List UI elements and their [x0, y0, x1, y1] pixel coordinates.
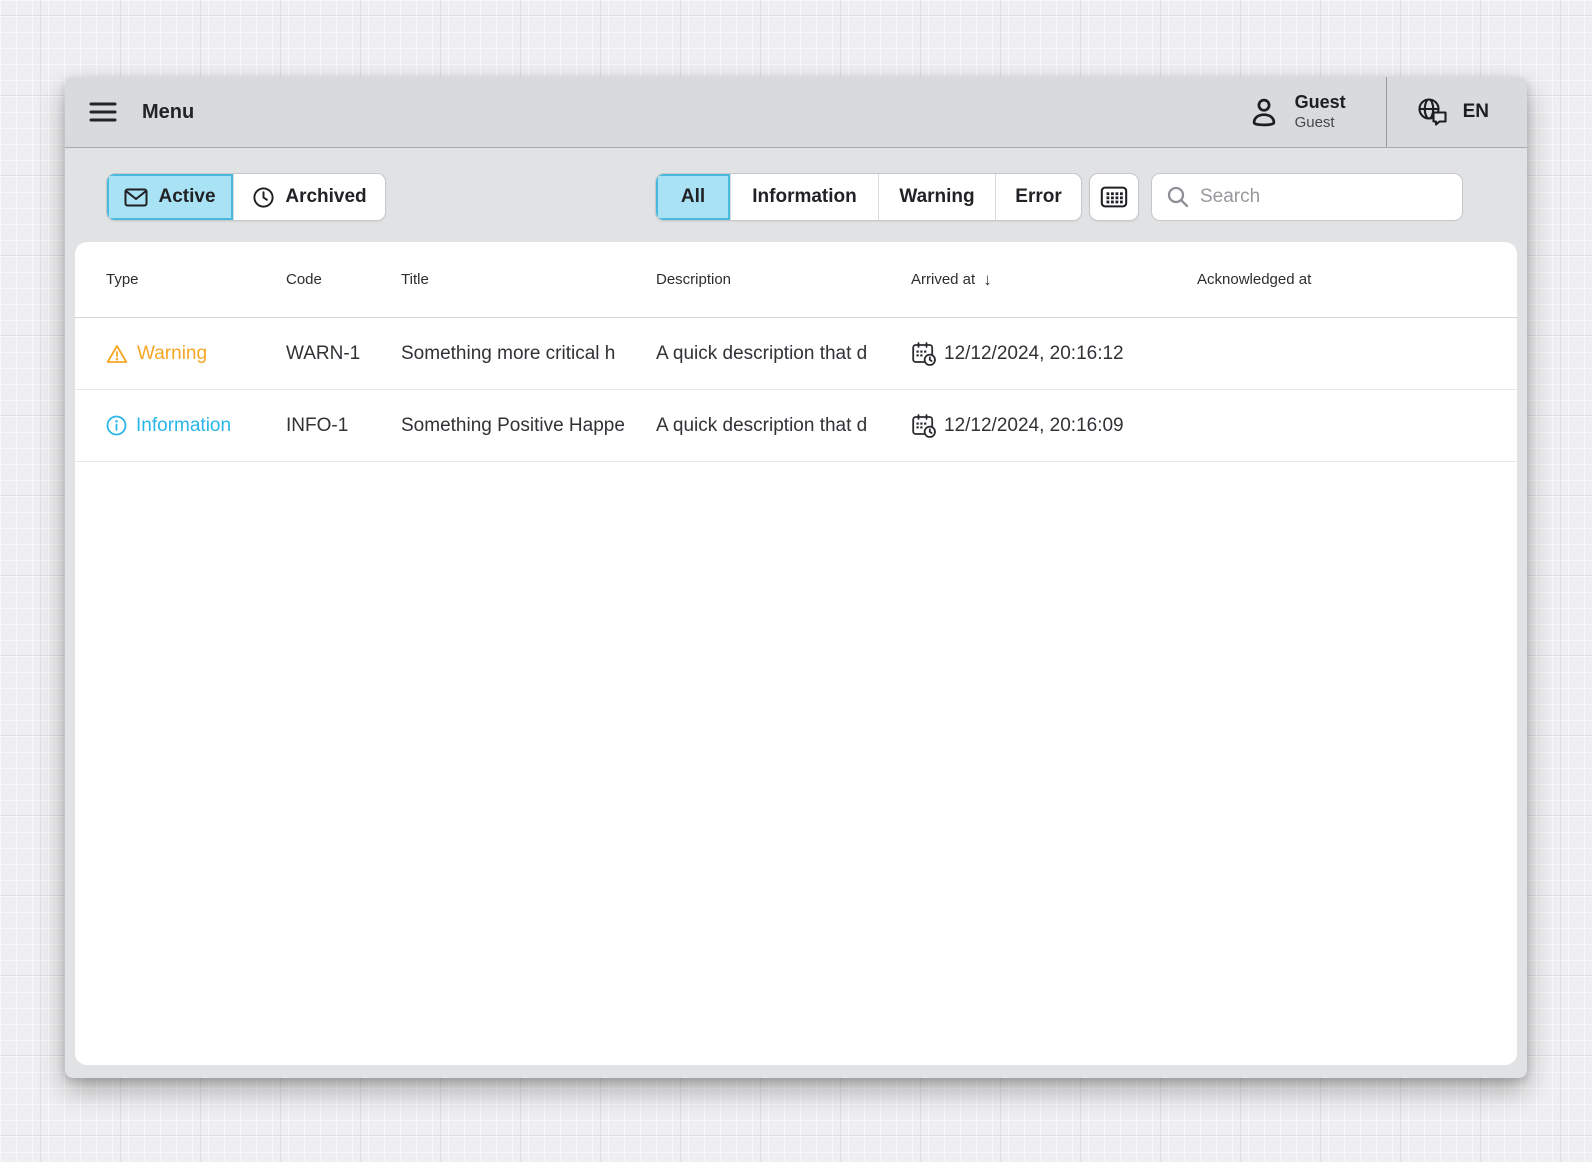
active-tab[interactable]: Active: [107, 174, 233, 220]
info-circle-icon: [106, 415, 127, 436]
filter-error-label: Error: [1015, 186, 1061, 208]
type-cell: Information: [106, 415, 266, 437]
arrived-at-cell: 12/12/2024, 20:16:12: [911, 341, 1177, 367]
column-header-type[interactable]: Type: [106, 271, 266, 288]
envelope-icon: [124, 188, 148, 207]
view-toggle-group: Active Archived: [106, 173, 386, 221]
user-icon: [1247, 95, 1281, 129]
column-header-arrived-at[interactable]: Arrived at ↓: [911, 270, 1177, 290]
app-header: Menu Guest Guest: [65, 77, 1527, 148]
description-cell: A quick description that d: [656, 343, 891, 365]
calendar-clock-icon: [911, 413, 937, 439]
language-label: EN: [1463, 101, 1489, 123]
alerts-table: Type Code Title Description Arrived at ↓…: [75, 242, 1517, 1065]
type-cell: Warning: [106, 343, 266, 365]
active-tab-label: Active: [158, 186, 215, 208]
table-header-row: Type Code Title Description Arrived at ↓…: [75, 242, 1517, 318]
column-header-acknowledged-at[interactable]: Acknowledged at: [1197, 271, 1486, 288]
column-header-description[interactable]: Description: [656, 271, 891, 288]
column-header-title[interactable]: Title: [401, 271, 636, 288]
language-selector[interactable]: EN: [1386, 77, 1527, 147]
warning-triangle-icon: [106, 344, 128, 364]
column-header-code[interactable]: Code: [286, 271, 381, 288]
search-input[interactable]: [1200, 186, 1448, 208]
menu-label: Menu: [142, 101, 194, 124]
description-cell: A quick description that d: [656, 415, 891, 437]
search-icon: [1166, 185, 1190, 209]
type-label: Information: [136, 415, 231, 437]
sort-descending-icon[interactable]: ↓: [983, 270, 992, 290]
code-cell: WARN-1: [286, 343, 381, 365]
keypad-icon: [1099, 184, 1129, 210]
user-menu[interactable]: Guest Guest: [1247, 77, 1386, 147]
title-cell: Something more critical h: [401, 343, 636, 365]
globe-language-icon: [1415, 96, 1451, 128]
hamburger-menu-icon[interactable]: [88, 100, 118, 124]
search-box: [1151, 173, 1463, 221]
keypad-button[interactable]: [1089, 173, 1139, 221]
user-role: Guest: [1295, 114, 1346, 133]
filter-warning[interactable]: Warning: [878, 174, 995, 220]
arrived-at-cell: 12/12/2024, 20:16:09: [911, 413, 1177, 439]
filter-all-label: All: [681, 186, 705, 208]
type-label: Warning: [137, 343, 207, 365]
type-filter-group: All Information Warning Error: [655, 173, 1082, 221]
filter-information[interactable]: Information: [730, 174, 878, 220]
title-cell: Something Positive Happe: [401, 415, 636, 437]
archived-tab-label: Archived: [285, 186, 366, 208]
arrived-at-value: 12/12/2024, 20:16:09: [944, 415, 1124, 437]
calendar-clock-icon: [911, 341, 937, 367]
filter-all[interactable]: All: [656, 174, 730, 220]
arrived-at-value: 12/12/2024, 20:16:12: [944, 343, 1124, 365]
user-name: Guest: [1295, 91, 1346, 114]
table-row[interactable]: Information INFO-1 Something Positive Ha…: [75, 390, 1517, 462]
filter-information-label: Information: [752, 186, 857, 208]
code-cell: INFO-1: [286, 415, 381, 437]
archived-tab[interactable]: Archived: [233, 174, 385, 220]
menu-button[interactable]: Menu: [88, 100, 194, 124]
app-window: Menu Guest Guest: [65, 77, 1527, 1078]
filter-warning-label: Warning: [899, 186, 974, 208]
table-row[interactable]: Warning WARN-1 Something more critical h…: [75, 318, 1517, 390]
filter-error[interactable]: Error: [995, 174, 1081, 220]
clock-icon: [252, 186, 275, 209]
